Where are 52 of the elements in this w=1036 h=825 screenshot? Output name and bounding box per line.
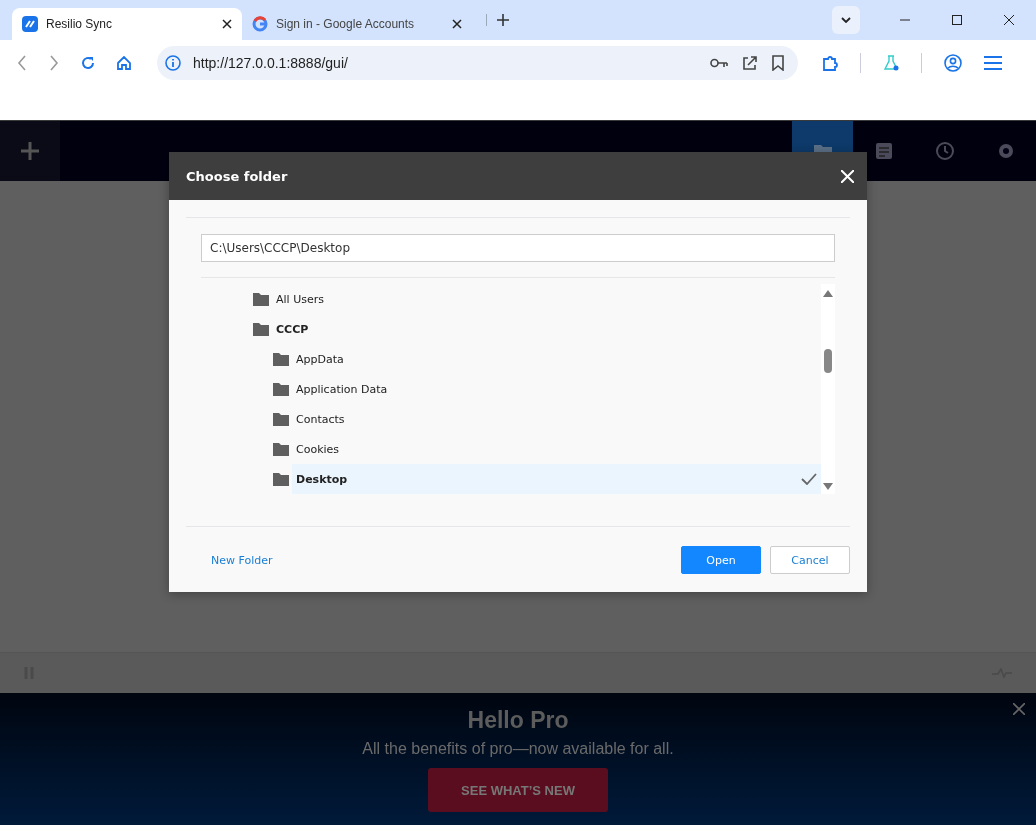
maximize-icon[interactable] [952, 15, 962, 25]
new-folder-link[interactable]: New Folder [211, 553, 273, 567]
flask-icon[interactable] [883, 55, 900, 71]
google-logo-icon [252, 16, 268, 32]
banner-title: Hello Pro [467, 707, 569, 734]
folder-icon [273, 352, 289, 366]
scroll-up-icon[interactable] [823, 290, 833, 297]
folder-icon [253, 322, 269, 336]
folder-item[interactable]: All Users [201, 284, 821, 314]
path-field[interactable]: C:\Users\CCCP\Desktop [201, 234, 835, 262]
tab-search-button[interactable] [832, 6, 860, 34]
app-logo-icon [22, 16, 38, 32]
cancel-button[interactable]: Cancel [770, 546, 850, 574]
browser-tab[interactable]: Sign in - Google Accounts [242, 8, 472, 40]
folder-icon [253, 292, 269, 306]
close-icon[interactable] [1004, 15, 1014, 25]
folder-item[interactable]: Cookies [201, 434, 821, 464]
reload-icon[interactable] [81, 56, 95, 70]
key-icon[interactable] [710, 58, 729, 68]
folder-icon [273, 412, 289, 426]
clock-icon [935, 142, 954, 160]
close-icon[interactable] [222, 19, 232, 29]
dialog-title: Choose folder [186, 168, 288, 184]
home-icon[interactable] [117, 56, 131, 70]
scrollbar[interactable] [821, 284, 835, 494]
folder-item[interactable]: Contacts [201, 404, 821, 434]
folder-icon [273, 442, 289, 456]
open-button[interactable]: Open [681, 546, 761, 574]
profile-icon[interactable] [944, 54, 962, 72]
info-icon[interactable] [165, 55, 181, 71]
bookmark-icon[interactable] [772, 55, 785, 71]
settings-icon [996, 142, 1015, 160]
chevron-down-icon [841, 17, 851, 23]
banner-subtitle: All the benefits of pro—now available for all. [362, 740, 674, 758]
browser-tab[interactable]: Resilio Sync [12, 8, 242, 40]
share-icon[interactable] [742, 55, 759, 71]
folder-icon [273, 472, 289, 486]
scroll-down-icon[interactable] [823, 483, 833, 490]
puzzle-icon[interactable] [822, 55, 839, 71]
folder-item[interactable]: CCCP [201, 314, 821, 344]
checkmark-icon [801, 473, 817, 485]
folder-icon [273, 382, 289, 396]
menu-icon[interactable] [984, 56, 1002, 70]
plus-icon [21, 142, 39, 160]
folder-item[interactable]: AppData [201, 344, 821, 374]
address-bar[interactable]: http://127.0.0.1:8888/gui/ [157, 46, 799, 80]
new-tab-icon[interactable] [486, 14, 509, 26]
notes-icon [874, 142, 893, 160]
url-text: http://127.0.0.1:8888/gui/ [193, 55, 348, 71]
folder-item[interactable]: Application Data [201, 374, 821, 404]
scrollbar-thumb[interactable] [824, 349, 832, 373]
close-icon[interactable] [452, 19, 462, 29]
